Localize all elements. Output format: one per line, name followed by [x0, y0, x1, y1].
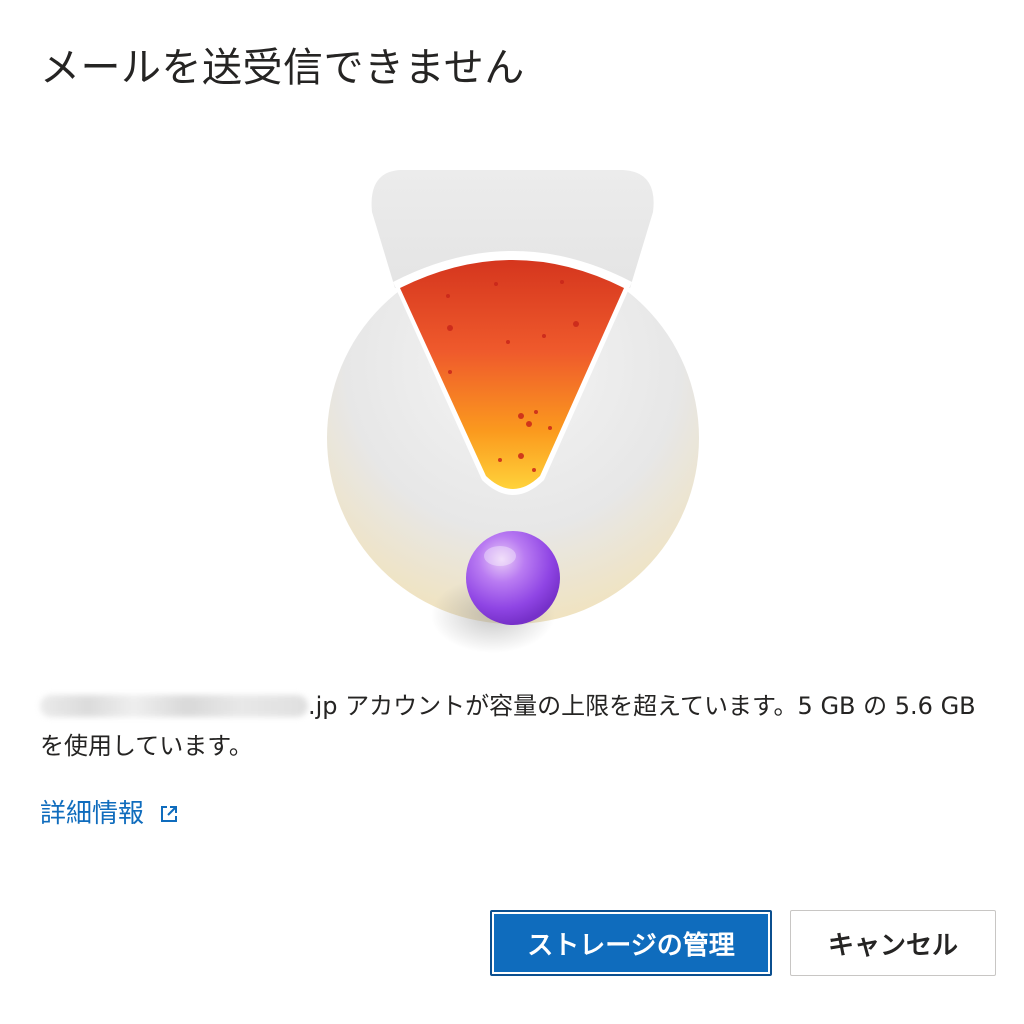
more-info-link[interactable]: 詳細情報 [40, 796, 180, 832]
dialog-title: メールを送受信できません [40, 45, 525, 91]
cancel-button[interactable]: キャンセル [790, 910, 996, 976]
manage-storage-button[interactable]: ストレージの管理 [490, 910, 772, 976]
warning-exclamation-illustration [327, 170, 699, 653]
storage-full-dialog: メールを送受信できません .jp アカウントが容量の上限を超えています。5 GB… [0, 0, 1024, 1024]
external-link-icon [161, 806, 178, 822]
redacted-email-address [40, 695, 308, 717]
dialog-actions: ストレージの管理 キャンセル [490, 910, 996, 976]
more-info-label: 詳細情報 [40, 799, 145, 829]
storage-warning-message: .jp アカウントが容量の上限を超えています。5 GB の 5.6 GB を使用… [40, 686, 1004, 766]
